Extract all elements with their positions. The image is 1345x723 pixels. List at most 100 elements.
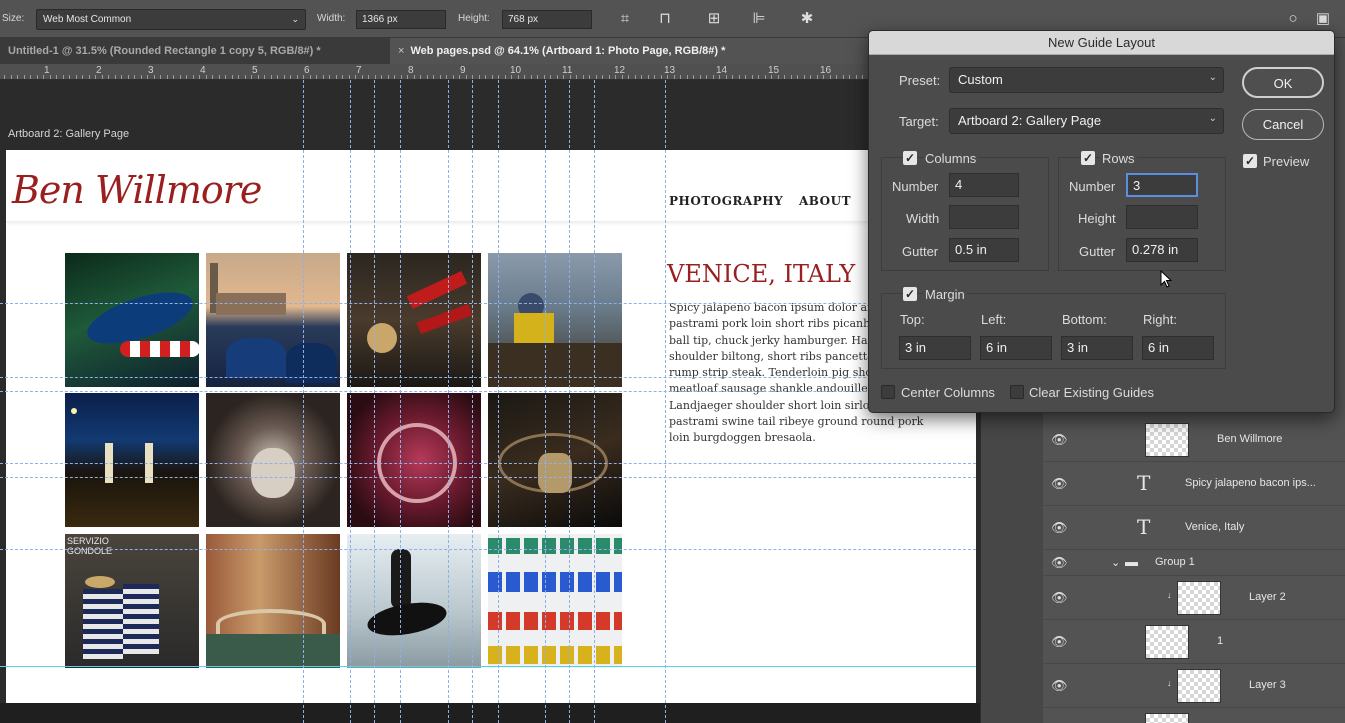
layer-row[interactable]: 👁 1: [1043, 620, 1345, 664]
vertical-guide[interactable]: [303, 80, 304, 723]
ruler-tick: [752, 75, 753, 79]
columns-checkbox[interactable]: ✓: [903, 151, 917, 165]
vertical-guide[interactable]: [374, 80, 375, 723]
layer-row[interactable]: 👁 ↓ Layer 2: [1043, 576, 1345, 620]
eye-icon[interactable]: 👁: [1051, 634, 1068, 650]
clip-arrow-icon: ↓: [1167, 678, 1172, 688]
mouse-cursor-icon: [1160, 270, 1173, 288]
margin-bottom-field[interactable]: 3 in: [1061, 336, 1133, 360]
eye-icon[interactable]: 👁: [1051, 476, 1068, 492]
add-artboard-icon[interactable]: ⊞: [703, 8, 725, 30]
chevron-down-icon: ⌄: [1208, 113, 1217, 124]
ruler-tick: [30, 75, 31, 79]
ruler-tick: [329, 75, 330, 79]
vertical-guide[interactable]: [498, 80, 499, 723]
artboard-fit-icon[interactable]: ⌗: [614, 8, 636, 30]
eye-icon[interactable]: 👁: [1051, 590, 1068, 606]
search-icon[interactable]: ○: [1282, 8, 1304, 30]
horizontal-guide[interactable]: [0, 463, 976, 464]
rows-gutter-field[interactable]: 0.278 in: [1126, 238, 1198, 262]
preset-select[interactable]: Custom ⌄: [949, 67, 1224, 93]
tab-untitled[interactable]: Untitled-1 @ 31.5% (Rounded Rectangle 1 …: [0, 38, 395, 64]
layer-row[interactable]: 👁 T Venice, Italy: [1043, 506, 1345, 550]
tab-web-pages[interactable]: × Web pages.psd @ 64.1% (Artboard 1: Phot…: [390, 38, 870, 64]
horizontal-guide[interactable]: [0, 549, 976, 550]
layer-row[interactable]: 👁 ↓ Layer 3: [1043, 664, 1345, 708]
target-value: Artboard 2: Gallery Page: [958, 113, 1102, 128]
eye-icon[interactable]: 👁: [1051, 555, 1068, 571]
ruler-tick: [199, 75, 200, 79]
horizontal-guide[interactable]: [0, 477, 976, 478]
smart-guide: [0, 666, 976, 667]
rows-height-field[interactable]: [1126, 205, 1198, 229]
ruler-tick: [706, 75, 707, 79]
horizontal-guide[interactable]: [0, 303, 976, 304]
ruler-number: 5: [252, 65, 258, 76]
eye-icon[interactable]: 👁: [1051, 678, 1068, 694]
rows-number-field[interactable]: 3: [1126, 173, 1198, 197]
ruler-tick: [375, 75, 376, 79]
vertical-guide[interactable]: [350, 80, 351, 723]
ruler-tick: [141, 75, 142, 79]
preview-label: Preview: [1263, 154, 1310, 169]
gallery-photo: [65, 253, 199, 387]
vertical-guide[interactable]: [594, 80, 595, 723]
cancel-button[interactable]: Cancel: [1242, 109, 1324, 140]
ruler-tick: [414, 75, 415, 79]
layer-row-group[interactable]: 👁 ⌄ ▬ Group 1: [1043, 550, 1345, 576]
ruler-tick: [11, 75, 12, 79]
vertical-guide[interactable]: [569, 80, 570, 723]
rows-checkbox[interactable]: ✓: [1081, 151, 1095, 165]
columns-width-field[interactable]: [949, 205, 1019, 229]
margin-top-field[interactable]: 3 in: [899, 336, 971, 360]
artboard-gallery-page[interactable]: Ben Willmore PHOTOGRAPHY ABOUT SERVIZIO …: [6, 150, 976, 703]
ruler-tick: [576, 75, 577, 79]
chevron-down-icon[interactable]: ⌄: [1111, 556, 1120, 569]
ruler-tick: [648, 75, 649, 79]
gear-icon[interactable]: ✱: [796, 8, 818, 30]
vertical-guide[interactable]: [400, 80, 401, 723]
vertical-guide[interactable]: [472, 80, 473, 723]
horizontal-guide[interactable]: [0, 391, 976, 392]
eye-icon[interactable]: 👁: [1051, 520, 1068, 536]
clear-guides-checkbox[interactable]: [1010, 385, 1024, 399]
ruler-tick: [765, 75, 766, 79]
layer-row[interactable]: 👁 T Spicy jalapeno bacon ips...: [1043, 462, 1345, 506]
vertical-guide[interactable]: [545, 80, 546, 723]
center-columns-checkbox[interactable]: [881, 385, 895, 399]
columns-gutter-field[interactable]: 0.5 in: [949, 238, 1019, 262]
margin-top-label: Top:: [900, 312, 925, 327]
ok-button[interactable]: OK: [1242, 67, 1324, 98]
columns-label: Columns: [923, 151, 979, 166]
close-tab-icon[interactable]: ×: [398, 45, 404, 57]
size-preset-select[interactable]: Web Most Common ⌄: [36, 9, 306, 30]
target-label: Target:: [899, 114, 939, 129]
vertical-guide[interactable]: [665, 80, 666, 723]
horizontal-guide[interactable]: [0, 377, 976, 378]
artboard-label[interactable]: Artboard 2: Gallery Page: [8, 128, 129, 140]
margin-left-field[interactable]: 6 in: [980, 336, 1052, 360]
ruler-tick: [271, 75, 272, 79]
columns-number-field[interactable]: 4: [949, 173, 1019, 197]
ruler-tick: [219, 75, 220, 79]
layer-row[interactable]: 👁 Ben Willmore: [1043, 418, 1345, 462]
align-left-icon[interactable]: ⊫: [748, 8, 770, 30]
layer-row[interactable]: [1043, 708, 1345, 723]
ruler-tick: [810, 75, 811, 79]
workspace-icon[interactable]: ▣: [1312, 8, 1334, 30]
vertical-guide[interactable]: [448, 80, 449, 723]
ruler-tick: [713, 75, 714, 79]
height-field[interactable]: 768 px: [502, 10, 592, 29]
eye-icon[interactable]: 👁: [1051, 432, 1068, 448]
ruler-tick: [498, 75, 499, 79]
margin-checkbox[interactable]: ✓: [903, 287, 917, 301]
page-heading: VENICE, ITALY: [667, 260, 856, 288]
ruler-tick: [583, 75, 584, 79]
photoshop-window: Size: Web Most Common ⌄ Width: 1366 px H…: [0, 0, 1345, 723]
artboard-crop-icon[interactable]: ⊓: [654, 8, 676, 30]
target-select[interactable]: Artboard 2: Gallery Page ⌄: [949, 108, 1224, 134]
preview-checkbox[interactable]: ✓: [1243, 154, 1257, 168]
width-field[interactable]: 1366 px: [356, 10, 446, 29]
margin-right-field[interactable]: 6 in: [1142, 336, 1214, 360]
gallery-photo: [347, 534, 481, 668]
